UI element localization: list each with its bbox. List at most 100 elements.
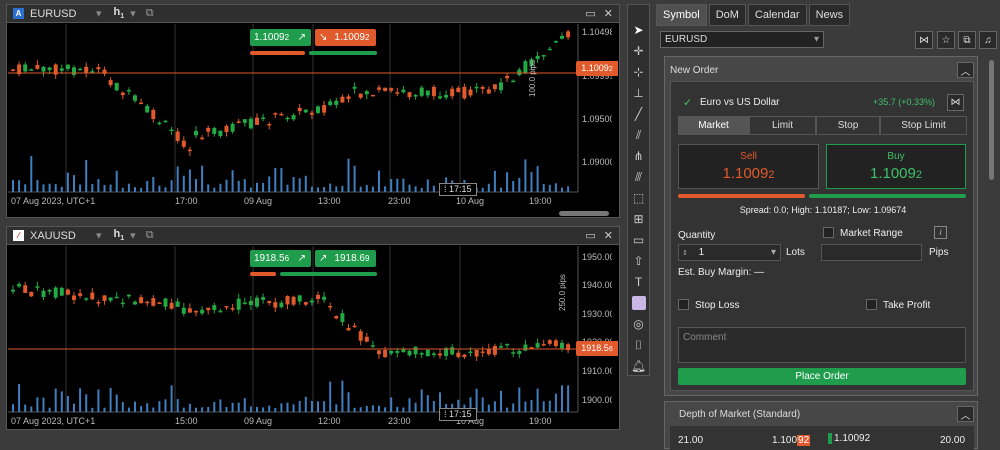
symbol-name[interactable]: EURUSD — [30, 8, 90, 20]
timeframe-selector[interactable]: h1 — [114, 6, 125, 20]
buy-volume-bar — [280, 272, 377, 276]
volume-bar — [432, 185, 435, 192]
chevron-down-icon[interactable]: ▾ — [96, 7, 102, 20]
measure-icon[interactable]: ⊞ — [630, 210, 648, 228]
share-icon[interactable]: ⋈ — [915, 31, 933, 49]
chart-settings-icon[interactable]: ⧉ — [146, 7, 154, 20]
stepper-arrows-icon[interactable]: ⇕ — [682, 250, 688, 257]
camera-icon[interactable]: ⌷ — [630, 336, 648, 354]
tab-stop[interactable]: Stop — [816, 116, 880, 135]
fibonacci-icon[interactable]: ⫻ — [630, 168, 648, 186]
chart-panel-xauusd[interactable]: ⁄ XAUUSD ▾ h1 ▾ ⧉ ▭ ✕ 1950.00 1940.00 1930.… — [6, 226, 620, 430]
tab-market[interactable]: Market — [678, 116, 749, 135]
chevron-down-icon[interactable]: ▾ — [771, 245, 776, 260]
candle-body — [553, 340, 558, 347]
chevron-down-icon[interactable]: ▾ — [130, 229, 136, 242]
rectangle-select-icon[interactable]: ⬚ — [630, 189, 648, 207]
volume-bar — [146, 403, 149, 412]
buy-button[interactable]: Buy 1.10092 — [826, 144, 966, 189]
info-icon[interactable]: i — [934, 226, 947, 239]
tab-dom[interactable]: DoM — [708, 4, 746, 26]
volume-bar — [213, 401, 216, 412]
dom-sell-price[interactable]: 1.10092 — [772, 435, 811, 446]
tab-calendar[interactable]: Calendar — [747, 4, 807, 26]
color-swatch-icon[interactable] — [630, 294, 648, 312]
vertical-scrollbar[interactable] — [989, 60, 994, 180]
tab-limit[interactable]: Limit — [749, 116, 816, 135]
margin-estimate: Est. Buy Margin: — — [678, 267, 765, 278]
close-icon[interactable]: ✕ — [604, 229, 613, 242]
candle-body — [535, 343, 540, 348]
text-icon[interactable]: T — [630, 273, 648, 291]
share-icon[interactable]: ⋈ — [947, 94, 964, 111]
star-icon[interactable]: ☆ — [937, 31, 955, 49]
candle-body — [499, 82, 503, 91]
volume-bar — [341, 185, 344, 192]
volume-bar — [164, 187, 167, 192]
horizontal-line-icon[interactable]: ⊥ — [630, 84, 648, 102]
dom-buy-price[interactable]: 1.10092 — [828, 433, 870, 444]
minimize-icon[interactable]: ▭ — [585, 7, 595, 20]
trend-line-icon[interactable]: ╱ — [630, 105, 648, 123]
buy-quick-button[interactable]: ↗ 1918.6 9 — [315, 250, 376, 267]
time-tick-label: 19:00 — [529, 416, 552, 426]
symbol-name[interactable]: XAUUSD — [30, 230, 90, 242]
quantity-stepper[interactable]: ⇕ 1 ▾ — [678, 244, 781, 261]
market-range-checkbox[interactable] — [823, 227, 834, 238]
volume-bar — [317, 187, 319, 192]
comment-field[interactable]: Comment — [678, 327, 966, 363]
candle-body — [53, 287, 58, 298]
buy-quick-button[interactable]: ↘ 1.1009 2 — [315, 29, 376, 46]
candle-body — [255, 297, 259, 307]
sell-quick-button[interactable]: 1918.5 6 ↗ — [250, 250, 311, 267]
tab-symbol[interactable]: Symbol — [656, 4, 707, 26]
crosshair-time-label: ⁞ 17:15 — [439, 183, 477, 196]
pips-label: Pips — [929, 247, 949, 258]
target-icon[interactable]: ◎ — [630, 315, 648, 333]
crosshair-dot-icon[interactable]: ⊹ — [630, 63, 648, 81]
chart-icon[interactable]: ⧉ — [958, 31, 976, 49]
horizontal-scrollbar[interactable] — [559, 211, 609, 216]
bell-icon[interactable]: ♫ — [979, 31, 997, 49]
volume-bar — [487, 404, 490, 412]
pitchfork-icon[interactable]: ⋔ — [630, 147, 648, 165]
candle-body — [35, 64, 40, 69]
candle-body — [35, 286, 40, 288]
tab-news[interactable]: News — [808, 4, 851, 26]
timeframe-selector[interactable]: h1 — [114, 228, 125, 242]
volume-bar — [432, 400, 435, 412]
cursor-icon[interactable]: ➤ — [630, 21, 648, 39]
candle-body — [59, 287, 64, 296]
minimize-icon[interactable]: ▭ — [585, 229, 595, 242]
bell-icon[interactable]: 🔔︎ — [630, 357, 648, 375]
chart-settings-icon[interactable]: ⧉ — [146, 229, 154, 242]
close-icon[interactable]: ✕ — [604, 7, 613, 20]
stop-loss-checkbox[interactable] — [678, 299, 689, 310]
sell-button[interactable]: Sell 1.10092 — [678, 144, 819, 189]
chart-panel-eurusd[interactable]: A EURUSD ▾ h1 ▾ ⧉ ▭✕ 1.104981.099991.095… — [6, 4, 620, 218]
take-profit-checkbox[interactable] — [866, 299, 877, 310]
volume-bar — [323, 401, 326, 412]
sell-quick-button[interactable]: 1.1009 2 ↗ — [250, 29, 311, 46]
symbol-flag-icon: A — [13, 8, 24, 19]
collapse-icon[interactable]: ︿ — [957, 62, 974, 78]
candle-body — [456, 87, 461, 93]
market-range-input[interactable] — [821, 244, 922, 261]
chevron-down-icon[interactable]: ▾ — [96, 229, 102, 242]
place-order-button[interactable]: Place Order — [678, 368, 966, 385]
arrow-up-shape-icon[interactable]: ⇧ — [630, 252, 648, 270]
channel-icon[interactable]: ⫽ — [630, 126, 648, 144]
tab-stop-limit[interactable]: Stop Limit — [880, 116, 967, 135]
volume-bar — [329, 183, 332, 192]
chevron-down-icon[interactable]: ▾ — [130, 7, 136, 20]
note-icon[interactable]: ▭ — [630, 231, 648, 249]
candle-body — [29, 69, 34, 71]
candle-body — [358, 331, 363, 341]
candle-body — [505, 75, 510, 79]
symbol-select[interactable]: EURUSD ▾ — [660, 31, 824, 48]
arrow-up-right-icon: ↗ — [319, 253, 328, 264]
crosshair-icon[interactable]: ✛ — [630, 42, 648, 60]
collapse-icon[interactable]: ︿ — [957, 406, 974, 422]
candle-body — [529, 347, 534, 349]
volume-bar — [73, 403, 75, 412]
